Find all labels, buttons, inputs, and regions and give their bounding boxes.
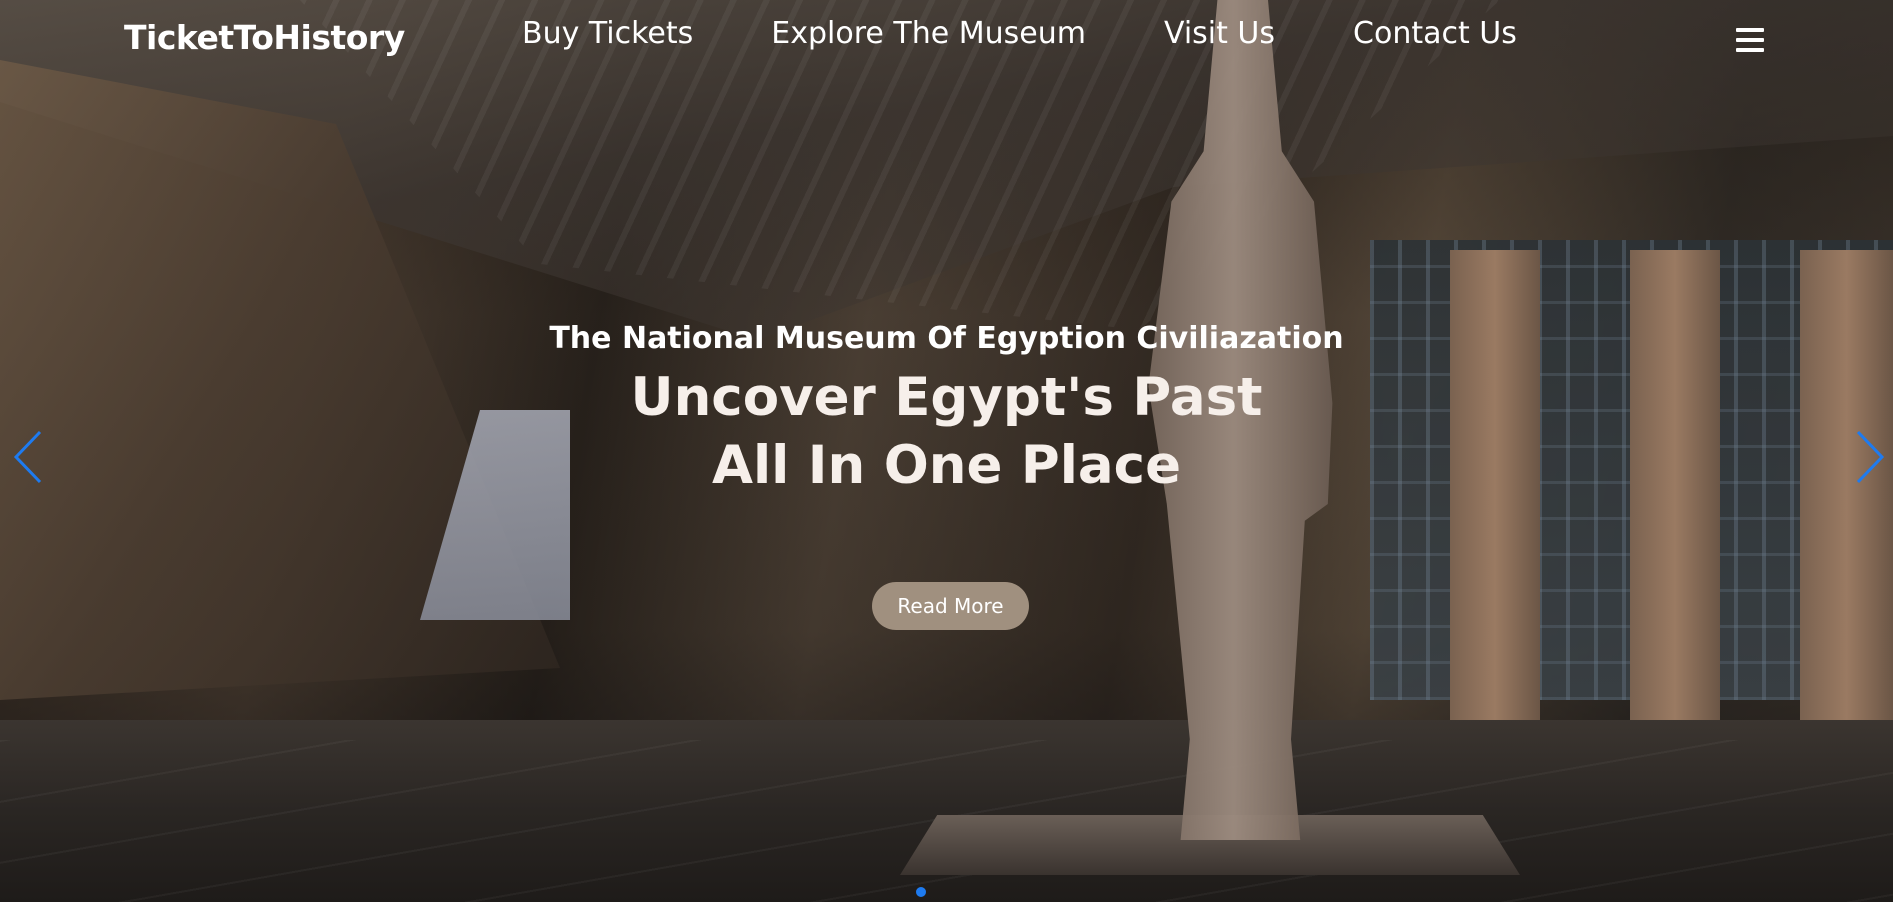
chevron-left-icon-svg <box>13 430 42 484</box>
hamburger-bar <box>1736 28 1764 32</box>
hero-caption: The National Museum Of Egyption Civiliaz… <box>0 318 1893 500</box>
nav-link-visit-us[interactable]: Visit Us <box>1164 16 1275 51</box>
brand-logo[interactable]: TicketToHistory <box>124 18 405 57</box>
hero-carousel: TicketToHistory Buy Tickets Explore The … <box>0 0 1893 902</box>
hero-headline-line2: All In One Place <box>711 435 1182 496</box>
hamburger-menu-icon[interactable] <box>1736 28 1764 52</box>
hero-subtitle: The National Museum Of Egyption Civiliaz… <box>549 321 1344 356</box>
carousel-indicator-dot[interactable] <box>916 887 926 897</box>
navbar: TicketToHistory Buy Tickets Explore The … <box>0 0 1893 80</box>
hero-headline-line1: Uncover Egypt's Past <box>630 367 1263 428</box>
nav-link-contact-us[interactable]: Contact Us <box>1353 16 1517 51</box>
nav-link-buy-tickets[interactable]: Buy Tickets <box>522 16 693 51</box>
chevron-left-icon[interactable] <box>12 428 46 486</box>
chevron-right-icon[interactable] <box>1852 428 1886 486</box>
nav-links: Buy Tickets Explore The Museum Visit Us … <box>522 16 1517 51</box>
chevron-right-icon-svg <box>1856 430 1885 484</box>
hamburger-bar <box>1736 48 1764 52</box>
nav-link-explore-museum[interactable]: Explore The Museum <box>771 16 1086 51</box>
hamburger-bar <box>1736 38 1764 42</box>
read-more-button[interactable]: Read More <box>872 582 1029 630</box>
